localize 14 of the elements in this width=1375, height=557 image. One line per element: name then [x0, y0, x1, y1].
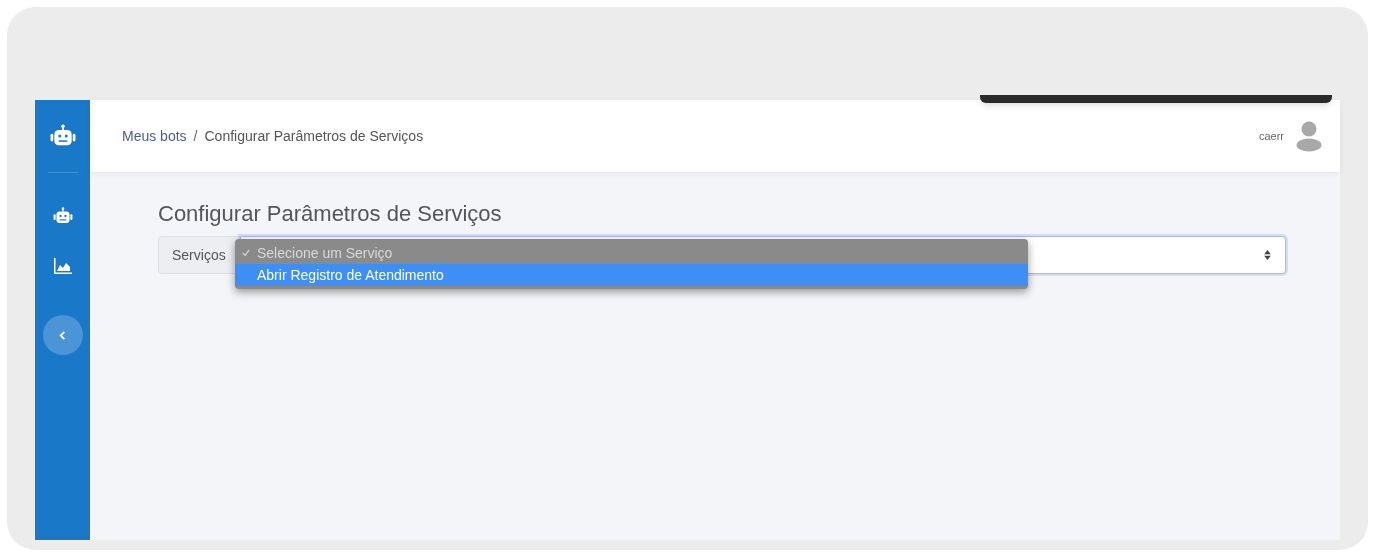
user-avatar-icon[interactable]	[1296, 120, 1322, 152]
breadcrumb-current: Configurar Parâmetros de Serviços	[204, 126, 424, 146]
breadcrumb-separator: /	[193, 126, 198, 146]
page-title: Configurar Parâmetros de Serviços	[158, 200, 503, 228]
robot-icon	[49, 124, 76, 148]
chevron-left-icon	[58, 330, 67, 340]
checkmark-icon	[242, 249, 250, 257]
breadcrumb-link[interactable]: Meus bots	[122, 125, 187, 147]
dropdown-option[interactable]: Abrir Registro de Atendimento	[235, 264, 1028, 286]
robot-icon	[52, 207, 73, 225]
area-chart-icon	[52, 257, 73, 275]
up-down-caret-icon	[1264, 250, 1271, 260]
field-label: Serviços	[158, 236, 240, 274]
user-name: caerr	[1258, 128, 1284, 144]
